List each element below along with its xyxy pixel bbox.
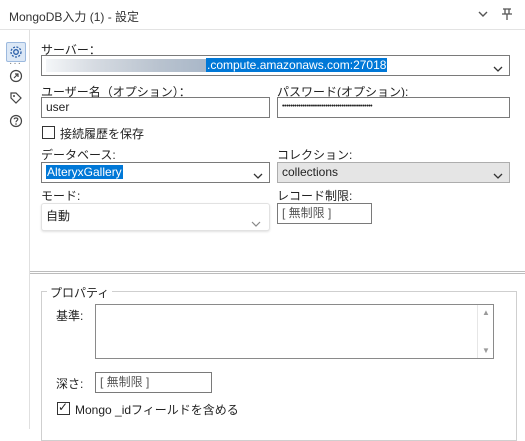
textarea-scrollbar[interactable]: ▲ ▼	[477, 305, 493, 358]
question-icon[interactable]	[6, 111, 26, 131]
section-divider	[30, 271, 525, 274]
username-input[interactable]: user	[41, 97, 270, 118]
record-limit-input[interactable]: [ 無制限 ]	[277, 203, 372, 224]
include-id-label: Mongo _idフィールドを含める	[75, 403, 239, 417]
left-toolbar: ···	[0, 30, 30, 429]
chevron-down-icon[interactable]	[251, 213, 261, 227]
chevron-down-icon[interactable]	[475, 6, 491, 22]
save-history-checkbox[interactable]	[42, 126, 55, 139]
scroll-up-icon[interactable]: ▲	[482, 308, 490, 317]
database-value: AlteryxGallery	[46, 165, 123, 179]
collection-label: コレクション:	[277, 148, 353, 162]
save-history-label: 接続履歴を保存	[60, 127, 145, 141]
mode-dropdown[interactable]: 自動	[41, 203, 270, 231]
record-limit-label: レコード制限:	[277, 189, 353, 203]
query-label: 基準:	[56, 309, 84, 323]
pin-icon[interactable]	[499, 6, 515, 22]
tag-icon[interactable]	[6, 88, 26, 108]
chevron-down-icon[interactable]	[253, 168, 263, 179]
depth-input[interactable]: [ 無制限 ]	[95, 372, 212, 393]
database-combobox[interactable]: AlteryxGallery	[41, 162, 270, 183]
mode-label: モード:	[41, 189, 81, 203]
mode-value: 自動	[46, 209, 71, 223]
password-input[interactable]: ••••••••••••••••••••••••••••••••••••••••…	[277, 97, 510, 118]
properties-legend: プロパティ	[47, 284, 113, 301]
checkmark-icon: ✓	[58, 400, 69, 414]
server-combobox[interactable]: .compute.amazonaws.com:27018	[41, 55, 510, 76]
include-id-checkbox[interactable]: ✓	[57, 400, 70, 415]
gear-icon[interactable]	[6, 42, 26, 62]
arrow-circle-icon[interactable]	[6, 66, 26, 86]
collection-combobox[interactable]: collections	[277, 162, 510, 183]
collection-value: collections	[282, 165, 339, 179]
scroll-down-icon[interactable]: ▼	[482, 346, 490, 355]
query-textarea[interactable]: ▲ ▼	[95, 304, 494, 359]
chevron-down-icon[interactable]	[493, 61, 503, 72]
redacted-host	[46, 59, 206, 73]
depth-label: 深さ:	[56, 377, 84, 391]
title-bar: MongoDB入力 (1) - 設定	[0, 0, 525, 30]
window-title: MongoDB入力 (1) - 設定	[9, 10, 140, 24]
database-label: データベース:	[41, 148, 116, 162]
server-value: .compute.amazonaws.com:27018	[206, 58, 388, 72]
chevron-down-icon[interactable]	[493, 168, 503, 179]
